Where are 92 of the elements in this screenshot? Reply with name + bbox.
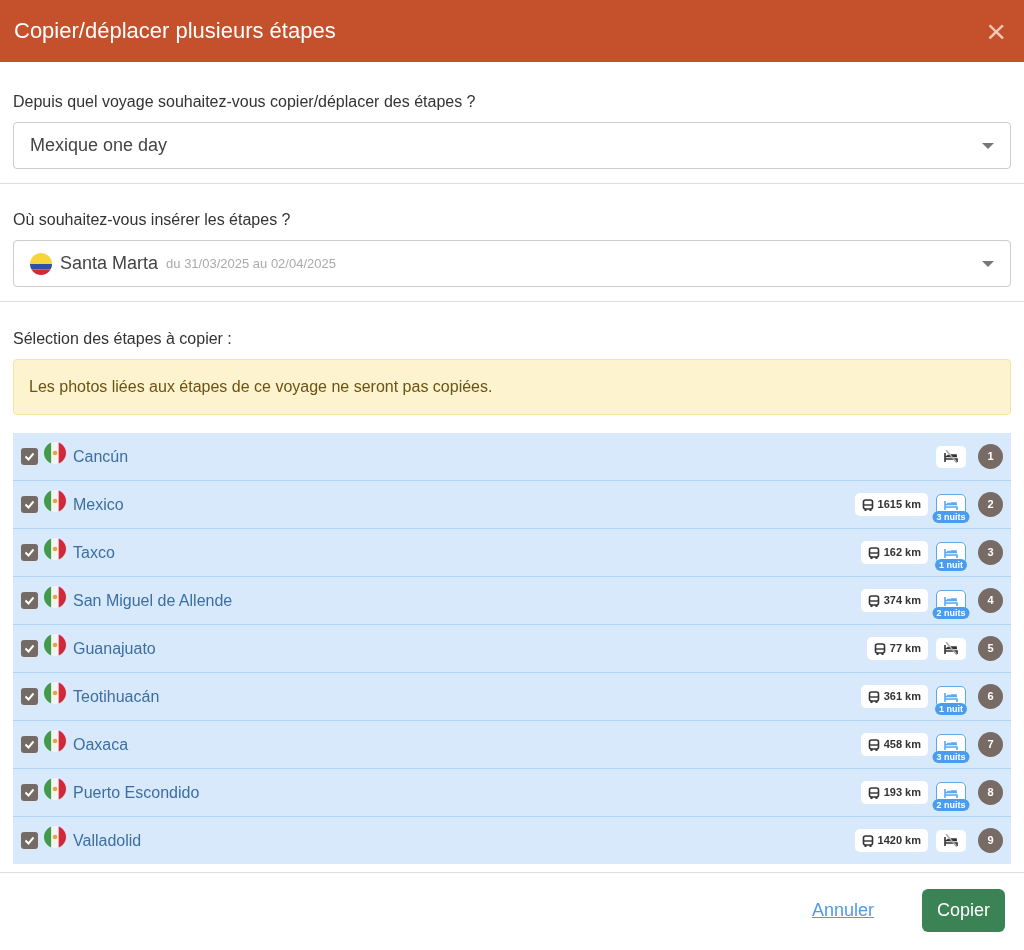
step-number: 2	[978, 492, 1003, 517]
checkbox[interactable]	[21, 448, 38, 465]
bus-icon	[867, 546, 880, 559]
distance-text: 1615 km	[877, 497, 921, 513]
caret-icon	[982, 142, 994, 149]
bed-icon	[944, 690, 958, 703]
checkbox[interactable]	[21, 688, 38, 705]
bed-icon	[944, 738, 958, 751]
checkbox[interactable]	[21, 496, 38, 513]
step-row[interactable]: Oaxaca 458 km 3 nuits 7	[13, 721, 1011, 769]
step-number: 6	[978, 684, 1003, 709]
bed-icon	[944, 498, 958, 511]
step-row[interactable]: Teotihuacán 361 km 1 nuit 6	[13, 673, 1011, 721]
distance-text: 458 km	[883, 737, 921, 753]
date-range: du 31/03/2025 au 02/04/2025	[166, 254, 336, 273]
step-name[interactable]: Valladolid	[73, 828, 142, 853]
checkbox[interactable]	[21, 544, 38, 561]
distance-text: 193 km	[883, 785, 921, 801]
select-field[interactable]: Mexique one day	[13, 122, 1011, 169]
step-name[interactable]: San Miguel de Allende	[73, 588, 233, 613]
dialog-title: Copier/déplacer plusieurs étapes	[14, 17, 336, 45]
step-row[interactable]: San Miguel de Allende 374 km 2 nuits 4	[13, 577, 1011, 625]
bus-icon	[873, 642, 886, 655]
step-name[interactable]: Taxco	[73, 540, 115, 565]
bed-icon	[944, 594, 958, 607]
bed-icon	[944, 546, 958, 559]
checkbox[interactable]	[21, 592, 38, 609]
nights-count: 3 nuits	[932, 750, 970, 763]
step-name[interactable]: Teotihuacán	[73, 684, 160, 709]
step-row[interactable]: Puerto Escondido 193 km 2 nuits 8	[13, 769, 1011, 817]
bus-icon	[867, 738, 880, 751]
step-number: 4	[978, 588, 1003, 613]
bed-icon	[944, 786, 958, 799]
step-number: 1	[978, 444, 1003, 469]
copy-button[interactable]: Copier	[921, 888, 1005, 932]
flag-icon	[44, 729, 66, 752]
step-row[interactable]: Valladolid 1420 km 9	[13, 817, 1011, 864]
distance-text: 374 km	[883, 593, 921, 609]
close-button[interactable]: ×	[982, 14, 1010, 48]
field-label: Depuis quel voyage souhaitez-vous copier/déplacer des étapes ?	[13, 92, 477, 112]
step-row[interactable]: Mexico 1615 km 3 nuits 2	[13, 481, 1011, 529]
step-name[interactable]: Oaxaca	[73, 732, 129, 757]
bus-icon	[861, 498, 874, 511]
step-number: 9	[978, 828, 1003, 853]
flag-icon	[44, 681, 66, 704]
section-label: Sélection des étapes à copier :	[13, 329, 233, 349]
select-field[interactable]: Santa Marta du 31/03/2025 au 02/04/2025	[13, 240, 1011, 287]
step-row[interactable]: Cancún 1	[13, 433, 1011, 481]
step-name[interactable]: Mexico	[73, 492, 124, 517]
cancel-link[interactable]: Annuler	[811, 896, 874, 924]
bus-icon	[867, 594, 880, 607]
crossed-bed-icon	[944, 642, 958, 655]
flag-icon	[44, 441, 66, 464]
checkbox[interactable]	[21, 784, 38, 801]
warning-alert: Les photos liées aux étapes de ce voyage ne seront pas copiées.	[13, 359, 1011, 415]
step-name[interactable]: Puerto Escondido	[73, 780, 200, 805]
nights-count: 1 nuit	[935, 558, 967, 571]
bus-icon	[861, 834, 874, 847]
step-row[interactable]: Taxco 162 km 1 nuit 3	[13, 529, 1011, 577]
flag-icon	[44, 585, 66, 608]
distance-text: 77 km	[889, 641, 921, 657]
nights-count: 1 nuit	[935, 702, 967, 715]
flag-icon	[44, 825, 66, 848]
step-number: 8	[978, 780, 1003, 805]
select-value: Mexique one day	[30, 134, 168, 157]
checkbox[interactable]	[21, 832, 38, 849]
step-number: 3	[978, 540, 1003, 565]
step-name[interactable]: Cancún	[73, 444, 129, 469]
flag-icon	[44, 489, 66, 512]
bus-icon	[867, 786, 880, 799]
field-label: Où souhaitez-vous insérer les étapes ?	[13, 210, 292, 230]
flag-icon	[44, 633, 66, 656]
checkbox[interactable]	[21, 640, 38, 657]
checkbox[interactable]	[21, 736, 38, 753]
nights-count: 2 nuits	[932, 798, 970, 811]
flag-icon	[30, 252, 52, 275]
step-number: 5	[978, 636, 1003, 661]
select-value: Santa Marta	[60, 252, 159, 275]
distance-text: 162 km	[883, 545, 921, 561]
bus-icon	[867, 690, 880, 703]
distance-text: 361 km	[883, 689, 921, 705]
step-row[interactable]: Guanajuato 77 km 5	[13, 625, 1011, 673]
step-name[interactable]: Guanajuato	[73, 636, 156, 661]
nights-count: 2 nuits	[932, 606, 970, 619]
caret-icon	[982, 260, 994, 267]
step-number: 7	[978, 732, 1003, 757]
crossed-bed-icon	[944, 450, 958, 463]
flag-icon	[44, 537, 66, 560]
flag-icon	[44, 777, 66, 800]
crossed-bed-icon	[944, 834, 958, 847]
nights-count: 3 nuits	[932, 510, 970, 523]
distance-text: 1420 km	[877, 833, 921, 849]
